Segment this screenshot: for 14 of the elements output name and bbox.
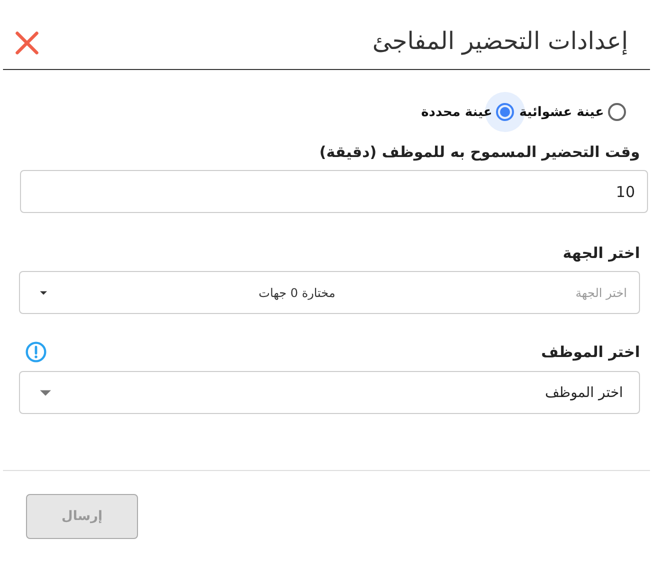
- radio-label: عينة عشوائية: [519, 104, 604, 120]
- radio-button[interactable]: [607, 102, 627, 122]
- field-label: اختر الموظف: [541, 342, 640, 362]
- info-icon[interactable]: [25, 341, 47, 363]
- dropdown[interactable]: اختر الجهة مختارة 0 جهات: [19, 271, 640, 314]
- close-icon[interactable]: [14, 30, 40, 56]
- dropdown[interactable]: اختر الموظف: [19, 371, 640, 414]
- radio-label: عينة محددة: [421, 104, 492, 120]
- caret-icon: [40, 290, 47, 294]
- field-label: اختر الجهة: [562, 243, 640, 263]
- input-field[interactable]: 10: [20, 170, 648, 213]
- caret-icon: [40, 390, 51, 396]
- field-label: وقت التحضير المسموح به للموظف (دقيقة): [318, 142, 640, 162]
- dialog-title: إعدادات التحضير المفاجئ: [372, 27, 628, 55]
